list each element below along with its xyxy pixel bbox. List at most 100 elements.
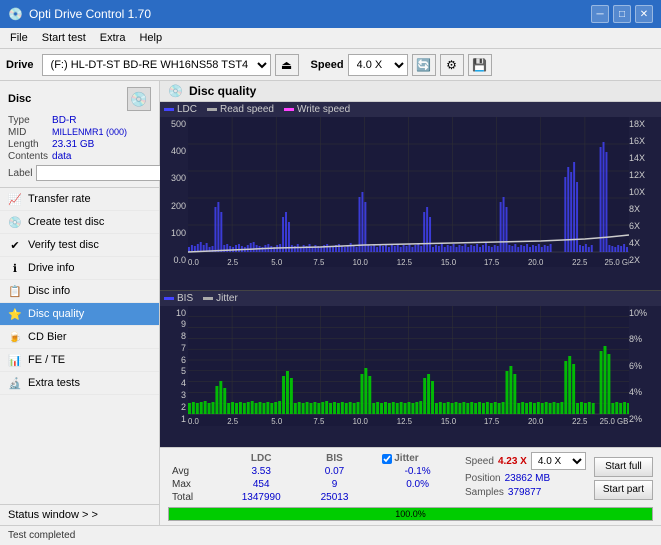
y-top-left-0: 0.0 — [162, 255, 186, 265]
total-row-label: Total — [168, 491, 220, 504]
svg-text:17.5: 17.5 — [484, 258, 500, 267]
main-area: Disc 💿 Type BD-R MID MILLENMR1 (000) Len… — [0, 81, 661, 525]
length-value: 23.31 GB — [52, 139, 151, 150]
position-row: Position 23862 MB — [465, 473, 586, 484]
bis-legend-label: BIS — [177, 293, 193, 304]
nav-transfer-rate-label: Transfer rate — [28, 193, 91, 205]
type-value: BD-R — [52, 115, 151, 126]
nav-drive-info-label: Drive info — [28, 262, 74, 274]
sidebar-item-disc-quality[interactable]: ⭐ Disc quality — [0, 303, 159, 326]
menu-file[interactable]: File — [4, 30, 34, 46]
jitter-checkbox[interactable] — [382, 454, 392, 464]
bis-col-header: BIS — [303, 452, 366, 465]
sidebar-nav: 📈 Transfer rate 💿 Create test disc ✔ Ver… — [0, 188, 159, 504]
svg-text:0.0: 0.0 — [188, 417, 199, 426]
menu-help[interactable]: Help — [133, 30, 168, 46]
avg-jitter-value: -0.1% — [378, 465, 457, 478]
sidebar: Disc 💿 Type BD-R MID MILLENMR1 (000) Len… — [0, 81, 160, 525]
menubar: File Start test Extra Help — [0, 28, 661, 49]
nav-disc-info-label: Disc info — [28, 285, 70, 297]
y-top-right-16x: 16X — [629, 136, 661, 146]
sidebar-item-cd-bier[interactable]: 🍺 CD Bier — [0, 326, 159, 349]
stats-row: LDC BIS Jitter — [168, 452, 653, 504]
start-part-button[interactable]: Start part — [594, 480, 653, 500]
speed-select[interactable]: 4.0 X — [348, 54, 408, 76]
menu-extra[interactable]: Extra — [94, 30, 132, 46]
y-top-right-18x: 18X — [629, 119, 661, 129]
svg-text:25.0 GB: 25.0 GB — [600, 417, 629, 426]
nav-cd-bier-label: CD Bier — [28, 331, 67, 343]
speed-label: Speed — [465, 456, 494, 467]
speed-position-panel: Speed 4.23 X 4.0 X Position 23862 MB Sam… — [465, 452, 586, 504]
sidebar-item-disc-info[interactable]: 📋 Disc info — [0, 280, 159, 303]
svg-text:2.5: 2.5 — [227, 258, 238, 267]
svg-text:0.0: 0.0 — [188, 258, 199, 267]
svg-text:25.0 GB: 25.0 GB — [605, 258, 630, 267]
label-input[interactable] — [36, 165, 170, 181]
save-button[interactable]: 💾 — [468, 54, 492, 76]
svg-text:12.5: 12.5 — [397, 258, 413, 267]
bis-chart-svg: 0.0 2.5 5.0 7.5 10.0 12.5 15.0 17.5 20.0… — [188, 306, 629, 426]
menu-start-test[interactable]: Start test — [36, 30, 92, 46]
content-header-title: Disc quality — [189, 84, 256, 98]
nav-create-disc-label: Create test disc — [28, 216, 104, 228]
refresh-button[interactable]: 🔄 — [412, 54, 436, 76]
ldc-legend: LDC — [164, 104, 197, 115]
content-area: 💿 Disc quality LDC Read speed — [160, 81, 661, 525]
bis-legend: BIS — [164, 293, 193, 304]
svg-text:2.5: 2.5 — [227, 417, 238, 426]
speed-label: Speed — [311, 59, 344, 71]
eject-button[interactable]: ⏏ — [275, 54, 299, 76]
maximize-button[interactable]: □ — [613, 5, 631, 23]
minimize-button[interactable]: ─ — [591, 5, 609, 23]
y-top-right-10x: 10X — [629, 187, 661, 197]
y-top-right-2x: 2X — [629, 255, 661, 265]
status-window-button[interactable]: Status window > > — [0, 504, 159, 525]
create-disc-icon: 💿 — [8, 215, 22, 229]
sidebar-item-drive-info[interactable]: ℹ Drive info — [0, 257, 159, 280]
charts-container: LDC Read speed Write speed 500 — [160, 102, 661, 447]
window-controls: ─ □ ✕ — [591, 5, 653, 23]
y-top-right-6x: 6X — [629, 221, 661, 231]
read-speed-legend-label: Read speed — [220, 104, 274, 115]
drive-select[interactable]: (F:) HL-DT-ST BD-RE WH16NS58 TST4 — [42, 54, 271, 76]
avg-ldc-value: 3.53 — [220, 465, 303, 478]
total-bis-value: 25013 — [303, 491, 366, 504]
position-label: Position — [465, 473, 501, 484]
settings-button[interactable]: ⚙ — [440, 54, 464, 76]
sidebar-item-transfer-rate[interactable]: 📈 Transfer rate — [0, 188, 159, 211]
svg-text:12.5: 12.5 — [397, 417, 413, 426]
max-bis-value: 9 — [303, 478, 366, 491]
start-full-button[interactable]: Start full — [594, 457, 653, 477]
close-button[interactable]: ✕ — [635, 5, 653, 23]
sidebar-item-verify-test-disc[interactable]: ✔ Verify test disc — [0, 234, 159, 257]
sidebar-item-fe-te[interactable]: 📊 FE / TE — [0, 349, 159, 372]
transfer-rate-icon: 📈 — [8, 192, 22, 206]
y-top-left-200: 200 — [162, 201, 186, 211]
mid-value: MILLENMR1 (000) — [52, 127, 151, 138]
nav-fe-te-label: FE / TE — [28, 354, 65, 366]
samples-row: Samples 379877 — [465, 487, 586, 498]
svg-text:10.0: 10.0 — [353, 417, 369, 426]
position-value: 23862 MB — [505, 473, 551, 484]
y-top-right-8x: 8X — [629, 204, 661, 214]
max-ldc-value: 454 — [220, 478, 303, 491]
ldc-legend-label: LDC — [177, 104, 197, 115]
speed-select-dropdown[interactable]: 4.0 X — [531, 452, 586, 470]
jitter-legend-label: Jitter — [216, 293, 238, 304]
jitter-legend: Jitter — [203, 293, 238, 304]
y-top-left-100: 100 — [162, 228, 186, 238]
svg-text:5.0: 5.0 — [271, 258, 282, 267]
label-row: Label ✎ — [8, 165, 151, 181]
write-speed-legend-label: Write speed — [297, 104, 350, 115]
avg-bis-value: 0.07 — [303, 465, 366, 478]
app-icon: 💿 — [8, 7, 23, 21]
speed-row: Speed 4.23 X 4.0 X — [465, 452, 586, 470]
svg-text:22.5: 22.5 — [572, 417, 588, 426]
disc-section-label: Disc — [8, 93, 31, 105]
sidebar-item-extra-tests[interactable]: 🔬 Extra tests — [0, 372, 159, 395]
disc-icon: 💿 — [127, 87, 151, 111]
sidebar-item-create-test-disc[interactable]: 💿 Create test disc — [0, 211, 159, 234]
disc-info-grid: Type BD-R MID MILLENMR1 (000) Length 23.… — [8, 115, 151, 162]
y-top-right-4x: 4X — [629, 238, 661, 248]
